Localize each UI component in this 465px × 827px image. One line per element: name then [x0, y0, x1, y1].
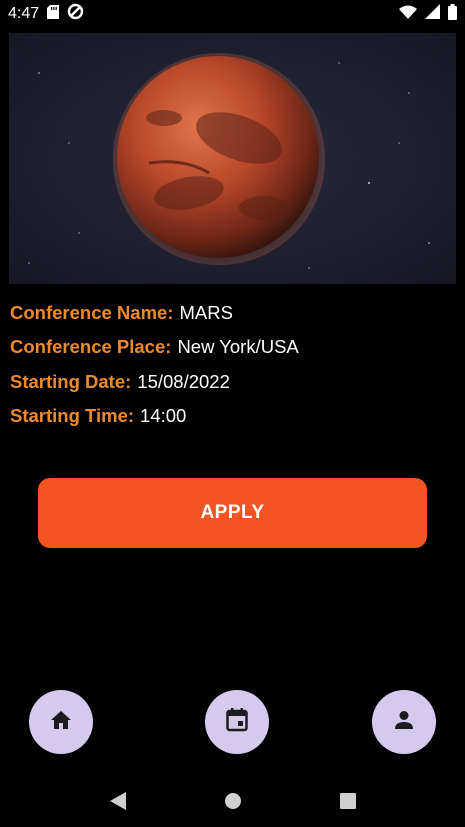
- mars-planet-image: [9, 33, 456, 284]
- conference-place-value: New York/USA: [177, 336, 299, 358]
- starting-date-value: 15/08/2022: [137, 370, 230, 392]
- conference-name-value: MARS: [179, 302, 233, 324]
- starting-date-label: Starting Date:: [10, 370, 132, 392]
- system-navigation-bar: [0, 780, 465, 827]
- home-circle-icon[interactable]: [224, 792, 242, 815]
- conference-name-label: Conference Name:: [10, 302, 174, 324]
- status-left: 4:47: [8, 3, 84, 25]
- signal-icon: [425, 4, 440, 24]
- nav-profile-button[interactable]: [372, 690, 436, 754]
- starting-time-value: 14:00: [140, 405, 187, 427]
- nav-home-button[interactable]: [29, 690, 93, 754]
- back-icon[interactable]: [109, 791, 127, 816]
- data-saver-icon: [67, 3, 84, 25]
- status-right: [399, 3, 457, 25]
- recents-icon[interactable]: [339, 792, 357, 815]
- wifi-icon: [399, 5, 417, 24]
- starting-time-row: Starting Time: 14:00: [10, 399, 299, 433]
- home-icon: [50, 710, 72, 735]
- conference-details: Conference Name: MARS Conference Place: …: [10, 296, 299, 433]
- starting-time-label: Starting Time:: [10, 405, 135, 427]
- battery-icon: [448, 3, 457, 25]
- apply-button[interactable]: APPLY: [38, 478, 427, 548]
- calendar-icon: [226, 707, 248, 737]
- status-bar: 4:47: [0, 0, 465, 28]
- person-icon: [394, 710, 414, 735]
- starting-date-row: Starting Date: 15/08/2022: [10, 365, 299, 399]
- nav-calendar-button[interactable]: [205, 690, 269, 754]
- sd-card-icon: [47, 4, 60, 24]
- conference-place-row: Conference Place: New York/USA: [10, 330, 299, 364]
- conference-name-row: Conference Name: MARS: [10, 296, 299, 330]
- conference-place-label: Conference Place:: [10, 336, 172, 358]
- status-time: 4:47: [8, 5, 40, 22]
